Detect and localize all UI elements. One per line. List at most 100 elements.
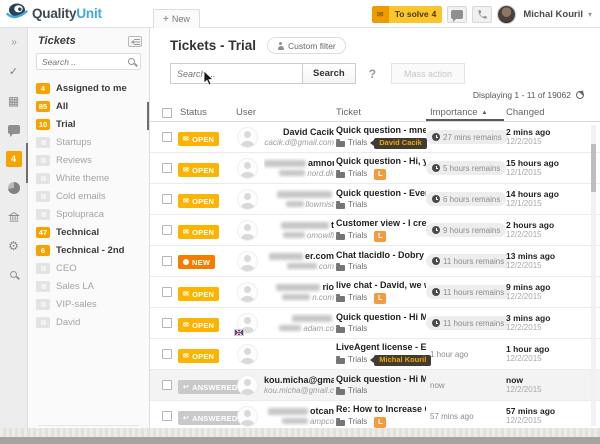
sidebar-search-input[interactable] [42,57,125,67]
row-checkbox[interactable] [162,318,172,328]
department-label: Trials [348,324,367,334]
main-panel: Tickets - Trial Custom filter Search ? M… [150,28,600,444]
changed-date: 12/1/2015 [506,199,600,209]
user-email: adam.co [264,324,334,334]
phone-button[interactable] [472,6,492,23]
sidebar-item-assigned-to-me[interactable]: 4 Assigned to me [28,79,149,97]
new-ticket-tab[interactable]: + New [153,9,200,28]
row-checkbox[interactable] [162,380,172,390]
sidebar-item-trial[interactable]: 10 Trial [28,115,149,133]
ticket-subject[interactable]: live chat - David, we will t [336,280,426,291]
sidebar-item-spolupraca[interactable]: Spolupraca [28,205,149,223]
sidebar-item-david[interactable]: David [28,313,149,331]
table-row[interactable]: ✉OPEN t omowifi Customer view - I create… [150,215,600,246]
table-row[interactable]: ✉OPEN LiveAgent license - Expire Trials … [150,339,600,370]
column-header-user[interactable]: User [230,104,334,121]
row-checkbox[interactable] [162,287,172,297]
row-checkbox[interactable] [162,225,172,235]
column-header-status[interactable]: Status [172,104,230,121]
sidebar-item-sales-la[interactable]: Sales LA [28,277,149,295]
chat-button[interactable] [447,6,467,23]
settings-button[interactable]: ⚙ [0,231,27,260]
to-solve-button[interactable]: ✉ To solve4 [372,6,443,23]
ticket-cell[interactable]: Re: How to Increase Chat Trials L [334,404,426,427]
importance-text: 1 hour ago [426,350,468,359]
custom-filter-button[interactable]: Custom filter [267,37,346,54]
expand-strip-button[interactable]: » [0,28,27,57]
sidebar-item-cold-emails[interactable]: Cold emails [28,187,149,205]
ticket-cell[interactable]: Chat tlacidlo - Dobry den Trials [334,250,426,272]
ticket-subject[interactable]: Quick question - Hi Micha [336,312,426,323]
table-row[interactable]: ✉OPEN amnor nord.dk Quick question - Hi,… [150,153,600,184]
table-row[interactable]: ↩ANSWERED kou.micha@gmail kou.micha@gmai… [150,370,600,401]
sidebar-item-technical-2nd[interactable]: 6 Technical - 2nd [28,241,149,259]
ticket-subject[interactable]: LiveAgent license - Expire [336,342,426,353]
ticket-search-input[interactable] [170,63,303,84]
sidebar-item-all[interactable]: 85 All [28,97,149,115]
ticket-subject[interactable]: Re: How to Increase Chat [336,404,426,415]
sidebar-item-technical[interactable]: 47 Technical [28,223,149,241]
row-checkbox[interactable] [162,256,172,266]
table-row[interactable]: NEW er.com com Chat tlacidlo - Dobry den… [150,246,600,277]
sidebar-scrollbar[interactable] [147,102,149,130]
row-checkbox[interactable] [162,132,172,142]
sidebar-item-label: VIP-sales [56,299,97,310]
row-checkbox[interactable] [162,411,172,421]
collapse-panel-icon[interactable] [128,36,142,47]
ticket-cell[interactable]: Quick question - Everythi Trials [334,188,426,210]
dashboard-button[interactable]: ▦ [0,86,27,115]
ticket-cell[interactable]: live chat - David, we will t Trials L [334,280,426,303]
user-avatar[interactable] [497,5,516,24]
sidebar-item-white-theme[interactable]: White theme [28,169,149,187]
search-button-strip[interactable] [0,260,27,289]
ticket-subject[interactable]: Quick question - Hi, yes y [336,156,426,167]
department-label: Trials [348,417,367,427]
tasks-button[interactable]: ✓ [0,57,27,86]
ticket-cell[interactable]: Quick question - Hi Micha Trials [334,312,426,334]
ticket-cell[interactable]: Quick question - Hi Micha Trials [334,374,426,396]
avatar [237,127,258,148]
tickets-button[interactable]: 4 [0,144,27,173]
changed-time: 3 mins ago [506,313,600,324]
sidebar-item-startups[interactable]: Startups [28,133,149,151]
ticket-subject[interactable]: Quick question - mne to r [336,125,426,136]
column-header-changed[interactable]: Changed [504,104,600,121]
chevron-down-icon[interactable]: ▾ [588,10,592,19]
bottom-strip [0,428,600,437]
ticket-subject[interactable]: Chat tlacidlo - Dobry den [336,250,426,261]
row-checkbox[interactable] [162,194,172,204]
refresh-icon[interactable] [576,91,584,99]
help-link[interactable]: ? [369,67,376,81]
table-row[interactable]: ✉OPEN rio n.com live chat - David, we wi… [150,277,600,308]
ticket-cell[interactable]: Quick question - Hi, yes y Trials L [334,156,426,179]
table-row[interactable]: ✉OPEN adam.co Quick question - Hi Micha … [150,308,600,339]
brand-swirl-icon [6,1,28,26]
sidebar-item-ceo[interactable]: CEO [28,259,149,277]
table-row[interactable]: ✉OPEN David Cacik cacik.d@gmail.com Quic… [150,122,600,153]
folder-icon [336,358,345,364]
ticket-cell[interactable]: Quick question - mne to r Trials David C… [334,125,426,148]
column-header-ticket[interactable]: Ticket [334,104,426,121]
table-row[interactable]: ✉OPEN llowmist Quick question - Everythi… [150,184,600,215]
sidebar-search-box[interactable] [36,53,141,70]
ticket-subject[interactable]: Customer view - I created [336,218,426,229]
sidebar-item-reviews[interactable]: Reviews [28,151,149,169]
ticket-cell[interactable]: LiveAgent license - Expire Trials Michal… [334,342,426,365]
portal-button[interactable] [0,202,27,231]
ticket-cell[interactable]: Customer view - I created Trials L [334,218,426,241]
sidebar-item-vip-sales[interactable]: VIP-sales [28,295,149,313]
ticket-subject[interactable]: Quick question - Everythi [336,188,426,199]
row-checkbox[interactable] [162,163,172,173]
scrollbar-thumb[interactable] [591,144,596,192]
user-name[interactable]: Michal Kouril [523,9,583,20]
sla-pill: 9 hours remains [426,223,506,237]
select-all-checkbox[interactable] [162,108,172,118]
search-button[interactable]: Search [302,63,356,84]
ticket-subject[interactable]: Quick question - Hi Micha [336,374,426,385]
reports-button[interactable] [0,173,27,202]
chats-button[interactable] [0,115,27,144]
row-checkbox[interactable] [162,349,172,359]
brand-logo[interactable]: QualityUnit [6,1,102,26]
to-solve-count: 4 [432,9,437,19]
column-header-importance[interactable]: Importance▲ [426,104,504,121]
